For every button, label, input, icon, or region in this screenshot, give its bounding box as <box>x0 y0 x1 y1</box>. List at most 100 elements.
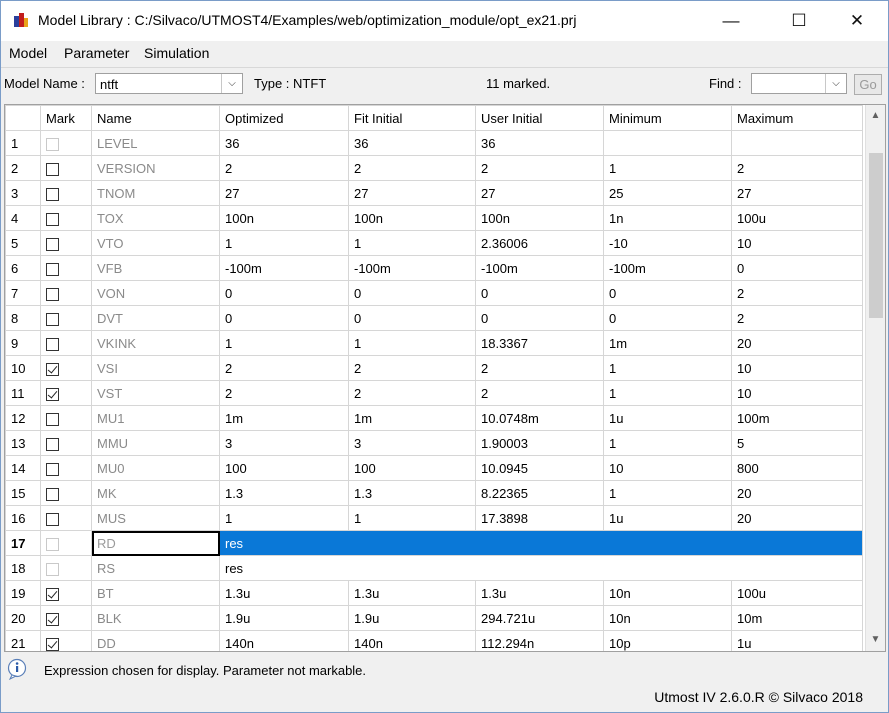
close-button[interactable]: ✕ <box>834 1 880 41</box>
fit-initial-cell[interactable]: 1.9u <box>348 605 476 631</box>
mark-checkbox[interactable] <box>46 312 59 326</box>
parameter-name[interactable]: MUS <box>91 505 220 531</box>
fit-initial-cell[interactable]: 100 <box>348 455 476 481</box>
optimized-cell[interactable]: 1m <box>219 405 349 431</box>
table-row[interactable]: 20 BLK 1.9u 1.9u 294.721u 10n 10m <box>5 605 863 631</box>
table-row[interactable]: 14 MU0 100 100 10.0945 10 800 <box>5 455 863 481</box>
parameter-name[interactable]: BLK <box>91 605 220 631</box>
scroll-up-icon[interactable]: ▲ <box>866 107 885 124</box>
chevron-down-icon[interactable]: ⌵ <box>825 74 846 93</box>
minimum-cell[interactable]: 1 <box>603 355 732 381</box>
maximum-cell[interactable]: 2 <box>731 280 863 306</box>
optimized-cell[interactable]: 36 <box>219 130 349 156</box>
chevron-down-icon[interactable]: ⌵ <box>221 74 242 93</box>
table-row[interactable]: 21 DD 140n 140n 112.294n 10p 1u <box>5 630 863 651</box>
table-row[interactable]: 5 VTO 1 1 2.36006 -10 10 <box>5 230 863 256</box>
mark-checkbox[interactable] <box>46 362 59 376</box>
fit-initial-cell[interactable]: 100n <box>348 205 476 231</box>
optimized-cell[interactable]: 1 <box>219 505 349 531</box>
table-row[interactable]: 17 RD res <box>5 530 863 556</box>
mark-checkbox[interactable] <box>46 237 59 251</box>
header-fit-initial[interactable]: Fit Initial <box>348 105 476 131</box>
table-row[interactable]: 9 VKINK 1 1 18.3367 1m 20 <box>5 330 863 356</box>
mark-checkbox[interactable] <box>46 162 59 176</box>
mark-checkbox[interactable] <box>46 487 59 501</box>
minimum-cell[interactable]: 1u <box>603 405 732 431</box>
mark-checkbox[interactable] <box>46 612 59 626</box>
mark-checkbox[interactable] <box>46 462 59 476</box>
mark-checkbox[interactable] <box>46 187 59 201</box>
header-minimum[interactable]: Minimum <box>603 105 732 131</box>
table-row[interactable]: 11 VST 2 2 2 1 10 <box>5 380 863 406</box>
parameter-name[interactable]: VST <box>91 380 220 406</box>
parameter-name[interactable]: VON <box>91 280 220 306</box>
optimized-cell[interactable]: 1.3 <box>219 480 349 506</box>
optimized-cell[interactable]: 2 <box>219 355 349 381</box>
maximum-cell[interactable]: 100u <box>731 580 863 606</box>
parameter-name[interactable]: RD <box>91 530 220 556</box>
optimized-cell[interactable]: 1.9u <box>219 605 349 631</box>
expression-cell[interactable]: res <box>219 530 863 556</box>
optimized-cell[interactable]: 27 <box>219 180 349 206</box>
parameter-name[interactable]: MK <box>91 480 220 506</box>
table-row[interactable]: 10 VSI 2 2 2 1 10 <box>5 355 863 381</box>
maximum-cell[interactable]: 100u <box>731 205 863 231</box>
expression-cell[interactable]: res <box>219 555 863 581</box>
table-row[interactable]: 16 MUS 1 1 17.3898 1u 20 <box>5 505 863 531</box>
menu-simulation[interactable]: Simulation <box>144 45 209 61</box>
maximum-cell[interactable] <box>731 130 863 156</box>
minimum-cell[interactable]: 25 <box>603 180 732 206</box>
parameter-name[interactable]: TOX <box>91 205 220 231</box>
fit-initial-cell[interactable]: 1 <box>348 330 476 356</box>
optimized-cell[interactable]: 3 <box>219 430 349 456</box>
mark-checkbox[interactable] <box>46 412 59 426</box>
parameter-name[interactable]: VERSION <box>91 155 220 181</box>
minimum-cell[interactable]: 1 <box>603 480 732 506</box>
user-initial-cell[interactable]: 2.36006 <box>475 230 604 256</box>
table-row[interactable]: 15 MK 1.3 1.3 8.22365 1 20 <box>5 480 863 506</box>
mark-checkbox[interactable] <box>46 587 59 601</box>
fit-initial-cell[interactable]: 2 <box>348 355 476 381</box>
minimum-cell[interactable]: -10 <box>603 230 732 256</box>
maximum-cell[interactable]: 10 <box>731 230 863 256</box>
maximum-cell[interactable]: 20 <box>731 505 863 531</box>
maximum-cell[interactable]: 2 <box>731 155 863 181</box>
parameter-name[interactable]: MU0 <box>91 455 220 481</box>
user-initial-cell[interactable]: 294.721u <box>475 605 604 631</box>
scroll-down-icon[interactable]: ▼ <box>866 631 885 648</box>
maximum-cell[interactable]: 0 <box>731 255 863 281</box>
user-initial-cell[interactable]: 0 <box>475 280 604 306</box>
optimized-cell[interactable]: 1 <box>219 330 349 356</box>
optimized-cell[interactable]: 0 <box>219 280 349 306</box>
user-initial-cell[interactable]: 0 <box>475 305 604 331</box>
user-initial-cell[interactable]: 8.22365 <box>475 480 604 506</box>
fit-initial-cell[interactable]: 140n <box>348 630 476 651</box>
optimized-cell[interactable]: 2 <box>219 155 349 181</box>
mark-checkbox[interactable] <box>46 262 59 276</box>
user-initial-cell[interactable]: 18.3367 <box>475 330 604 356</box>
table-row[interactable]: 19 BT 1.3u 1.3u 1.3u 10n 100u <box>5 580 863 606</box>
optimized-cell[interactable]: 2 <box>219 380 349 406</box>
table-row[interactable]: 4 TOX 100n 100n 100n 1n 100u <box>5 205 863 231</box>
fit-initial-cell[interactable]: 36 <box>348 130 476 156</box>
fit-initial-cell[interactable]: 1 <box>348 230 476 256</box>
optimized-cell[interactable]: 0 <box>219 305 349 331</box>
title-bar[interactable]: Model Library : C:/Silvaco/UTMOST4/Examp… <box>1 1 888 41</box>
menu-parameter[interactable]: Parameter <box>64 45 129 61</box>
optimized-cell[interactable]: 100 <box>219 455 349 481</box>
optimized-cell[interactable]: 1.3u <box>219 580 349 606</box>
table-row[interactable]: 18 RS res <box>5 555 863 581</box>
parameter-name[interactable]: LEVEL <box>91 130 220 156</box>
parameter-name[interactable]: MMU <box>91 430 220 456</box>
minimum-cell[interactable]: 1m <box>603 330 732 356</box>
maximum-cell[interactable]: 100m <box>731 405 863 431</box>
minimize-button[interactable]: — <box>708 1 754 41</box>
header-mark[interactable]: Mark <box>40 105 92 131</box>
parameter-name[interactable]: TNOM <box>91 180 220 206</box>
minimum-cell[interactable]: 1 <box>603 155 732 181</box>
maximize-button[interactable]: ☐ <box>776 1 822 41</box>
user-initial-cell[interactable]: -100m <box>475 255 604 281</box>
minimum-cell[interactable]: 10 <box>603 455 732 481</box>
user-initial-cell[interactable]: 10.0945 <box>475 455 604 481</box>
maximum-cell[interactable]: 10 <box>731 355 863 381</box>
